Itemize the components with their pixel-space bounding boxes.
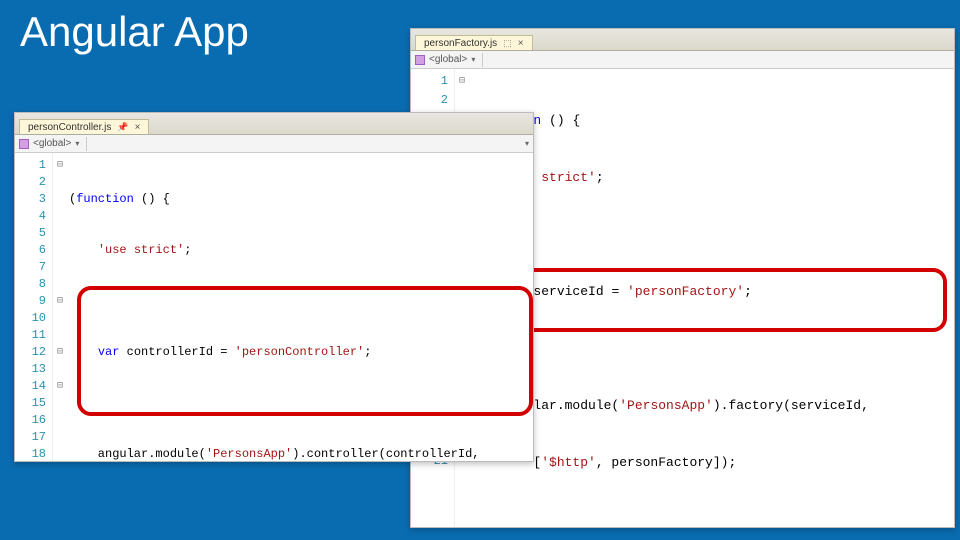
chevron-down-icon[interactable]: ▾ — [525, 139, 529, 148]
chevron-down-icon[interactable]: ▾ — [471, 55, 475, 64]
scope-dropdown[interactable]: <global> — [429, 54, 467, 65]
editor-person-controller: personController.js 📌 × <global> ▾ ▾ 12 … — [14, 112, 534, 462]
scope-badge-icon — [415, 55, 425, 65]
scope-badge-icon — [19, 139, 29, 149]
file-tab-person-controller[interactable]: personController.js 📌 × — [19, 119, 149, 134]
code-body[interactable]: (function () { 'use strict'; var control… — [67, 153, 533, 461]
file-tab-person-factory[interactable]: personFactory.js ⬚ × — [415, 35, 533, 50]
close-icon[interactable]: × — [518, 38, 524, 49]
scope-bar: <global> ▾ — [411, 51, 954, 69]
scope-dropdown[interactable]: <global> — [33, 138, 71, 149]
slide-title: Angular App — [20, 8, 249, 56]
tab-bar: personFactory.js ⬚ × — [411, 29, 954, 51]
scope-bar: <global> ▾ ▾ — [15, 135, 533, 153]
code-area[interactable]: 12 34 56 78 910 1112 1314 1516 1718 ⊟ ⊟ … — [15, 153, 533, 461]
pin-icon[interactable]: ⬚ — [503, 38, 512, 49]
pin-icon[interactable]: 📌 — [117, 122, 128, 133]
tab-bar: personController.js 📌 × — [15, 113, 533, 135]
tab-filename: personFactory.js — [424, 38, 497, 49]
fold-column[interactable]: ⊟ ⊟ ⊟ ⊟ — [53, 153, 67, 461]
tab-filename: personController.js — [28, 122, 111, 133]
chevron-down-icon[interactable]: ▾ — [75, 139, 79, 148]
line-number-gutter: 12 34 56 78 910 1112 1314 1516 1718 — [15, 153, 53, 461]
code-body[interactable]: (function () { 'use strict'; var service… — [469, 69, 954, 527]
close-icon[interactable]: × — [135, 122, 141, 133]
